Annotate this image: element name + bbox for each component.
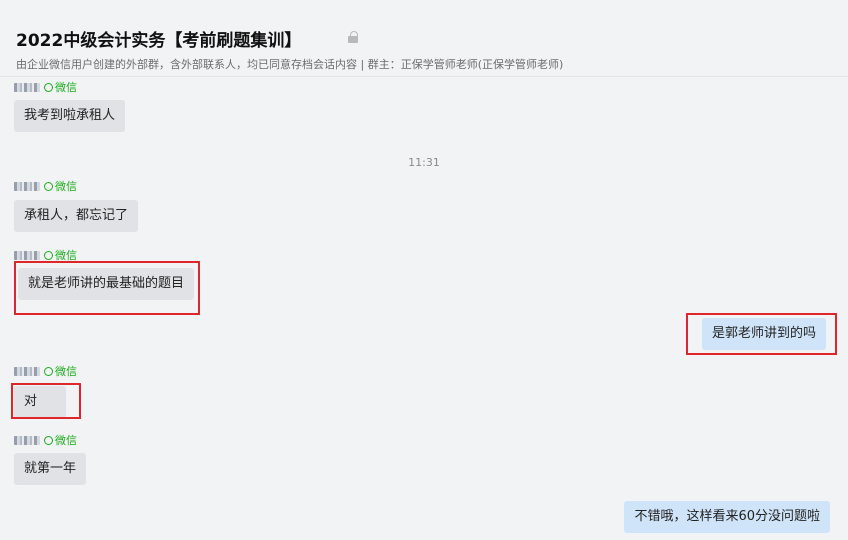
wechat-tag: 微信	[55, 365, 77, 378]
wechat-icon	[44, 435, 53, 445]
chat-header: 2022中级会计实务【考前刷题集训】 由企业微信用户创建的外部群，含外部联系人，…	[0, 0, 848, 77]
wechat-tag: 微信	[55, 180, 77, 193]
sender-label: 微信	[14, 80, 77, 94]
timestamp: 11:31	[408, 156, 440, 169]
sender-label: 微信	[14, 248, 77, 262]
highlight-box	[686, 313, 837, 355]
group-subtitle: 由企业微信用户创建的外部群，含外部联系人，均已同意存档会话内容 | 群主：正保学…	[16, 58, 564, 71]
highlight-box	[11, 383, 81, 419]
wechat-icon	[44, 82, 53, 92]
blurred-name	[14, 82, 40, 92]
lock-icon	[348, 31, 358, 43]
blurred-name	[14, 181, 40, 191]
sender-label: 微信	[14, 364, 77, 378]
wechat-icon	[44, 181, 53, 191]
wechat-tag: 微信	[55, 81, 77, 94]
wechat-icon	[44, 366, 53, 376]
message-bubble: 承租人，都忘记了	[14, 200, 139, 232]
wechat-icon	[44, 250, 53, 260]
message-bubble-outgoing: 不错哦，这样看来60分没问题啦	[624, 501, 830, 533]
blurred-name	[14, 435, 40, 445]
message-bubble: 就第一年	[14, 453, 87, 485]
wechat-tag: 微信	[55, 434, 77, 447]
message-bubble: 我考到啦承租人	[14, 100, 126, 132]
blurred-name	[14, 366, 40, 376]
highlight-box	[14, 261, 200, 315]
blurred-name	[14, 250, 40, 260]
group-title: 2022中级会计实务【考前刷题集训】	[16, 31, 302, 51]
sender-label: 微信	[14, 179, 77, 193]
sender-label: 微信	[14, 433, 77, 447]
